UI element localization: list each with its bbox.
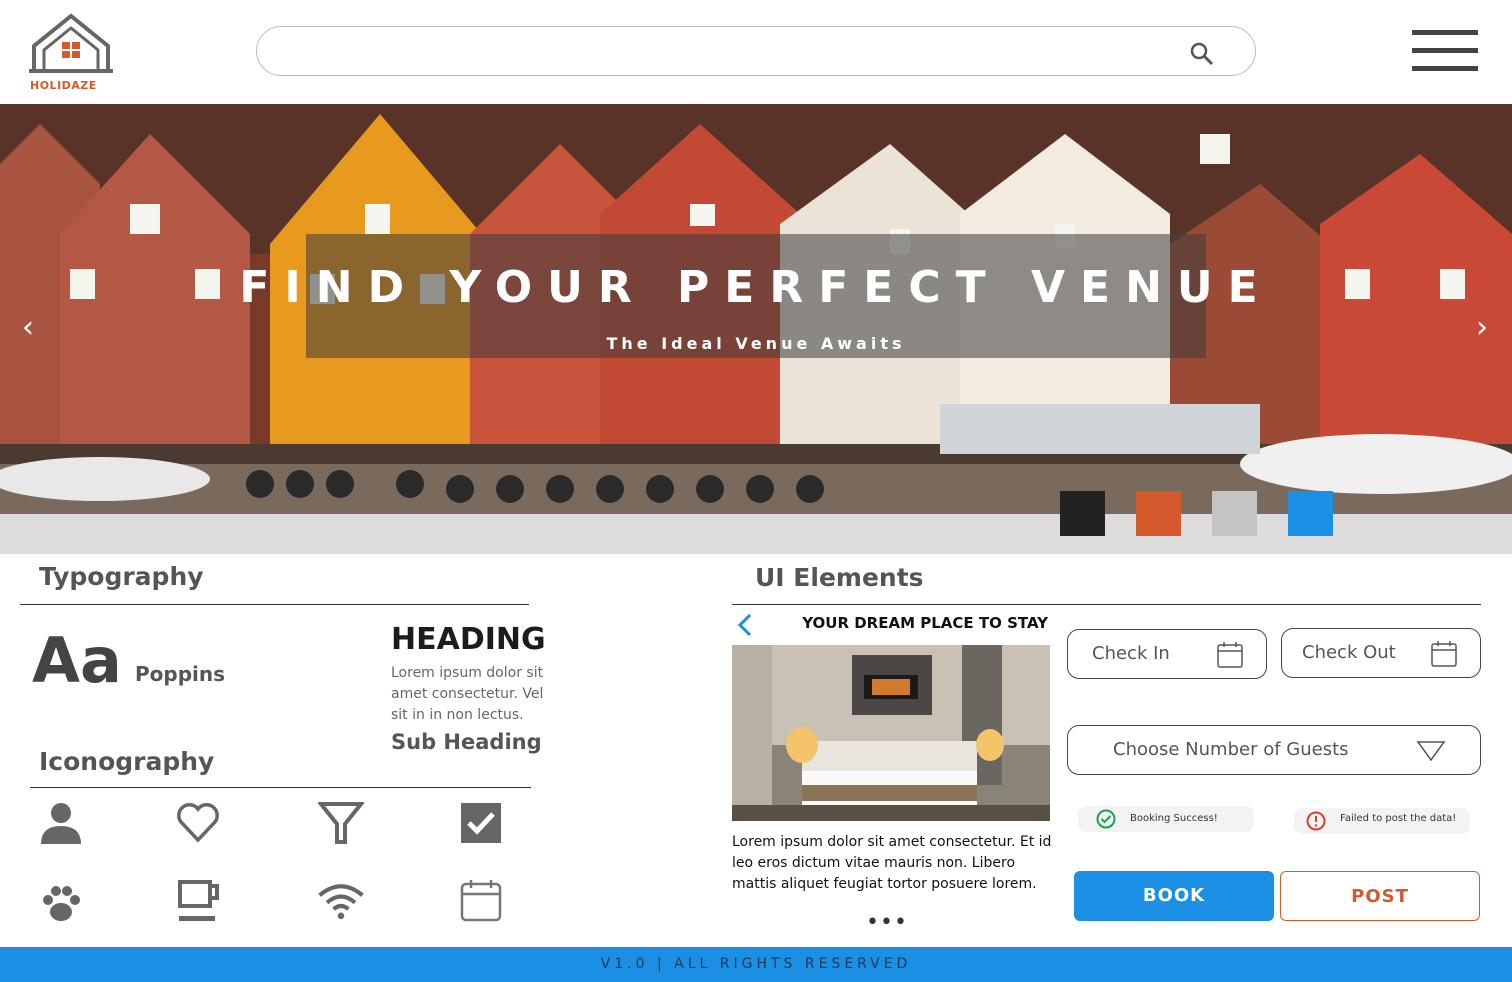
more-icon[interactable]: ••• (866, 910, 908, 935)
calendar-icon (1217, 642, 1243, 668)
post-button[interactable]: POST (1280, 871, 1480, 921)
chevron-left-icon[interactable] (736, 612, 754, 638)
typography-divider (20, 604, 529, 605)
checkbox-icon (461, 803, 501, 843)
check-out-field[interactable]: Check Out (1281, 628, 1481, 678)
carousel-prev-icon[interactable]: ‹ (22, 310, 34, 345)
hero-title: FIND YOUR PERFECT VENUE (239, 262, 1273, 313)
iconography-divider (30, 787, 531, 788)
check-in-field[interactable]: Check In (1067, 629, 1267, 679)
iconography-title: Iconography (39, 747, 215, 776)
color-swatch-black (1060, 491, 1105, 536)
house-logo-icon (29, 13, 113, 73)
wifi-icon (318, 884, 364, 920)
ui-elements-title: UI Elements (755, 563, 924, 592)
check-out-label: Check Out (1302, 642, 1396, 663)
calendar-icon (460, 880, 502, 922)
heart-icon (177, 803, 219, 843)
hamburger-menu-icon[interactable] (1412, 30, 1478, 78)
venue-image[interactable] (732, 645, 1050, 821)
error-circle-icon (1306, 811, 1326, 831)
error-text: Failed to post the data! (1340, 813, 1457, 824)
color-swatch-orange (1136, 491, 1181, 536)
color-swatch-gray (1212, 491, 1257, 536)
coffee-icon (178, 880, 219, 921)
carousel-next-icon[interactable]: › (1476, 310, 1488, 345)
card-title: YOUR DREAM PLACE TO STAY (802, 614, 1048, 632)
guests-select[interactable]: Choose Number of Guests (1067, 725, 1481, 775)
color-swatch-blue (1288, 491, 1333, 536)
hero-subtitle: The Ideal Venue Awaits (606, 334, 906, 353)
success-toast: Booking Success! (1078, 806, 1254, 832)
body-sample: Lorem ipsum dolor sit amet consectetur. … (391, 665, 544, 723)
hero-bottom-strip (0, 514, 1512, 554)
ui-elements-divider (732, 604, 1481, 605)
card-description: Lorem ipsum dolor sit amet consectetur. … (732, 834, 1052, 892)
check-circle-icon (1096, 809, 1116, 829)
subheading-sample: Sub Heading (391, 730, 542, 754)
font-name: Poppins (135, 662, 226, 686)
book-button[interactable]: BOOK (1074, 871, 1274, 921)
error-toast: Failed to post the data! (1294, 808, 1470, 834)
footer: V1.0 | ALL RIGHTS RESERVED (0, 947, 1512, 982)
logo-text: HOLIDAZE (30, 79, 97, 92)
filter-icon (318, 802, 364, 844)
user-icon (41, 803, 81, 844)
typography-title: Typography (39, 562, 204, 591)
success-text: Booking Success! (1130, 813, 1218, 824)
paw-icon (43, 886, 80, 921)
heading-sample: HEADING (391, 622, 546, 657)
calendar-icon (1431, 641, 1457, 667)
search-input[interactable] (256, 26, 1256, 76)
dropdown-triangle-icon (1416, 741, 1446, 762)
check-in-label: Check In (1092, 643, 1170, 664)
font-sample: Aa (32, 624, 122, 697)
search-icon[interactable] (1189, 41, 1215, 67)
guests-label: Choose Number of Guests (1113, 739, 1349, 760)
